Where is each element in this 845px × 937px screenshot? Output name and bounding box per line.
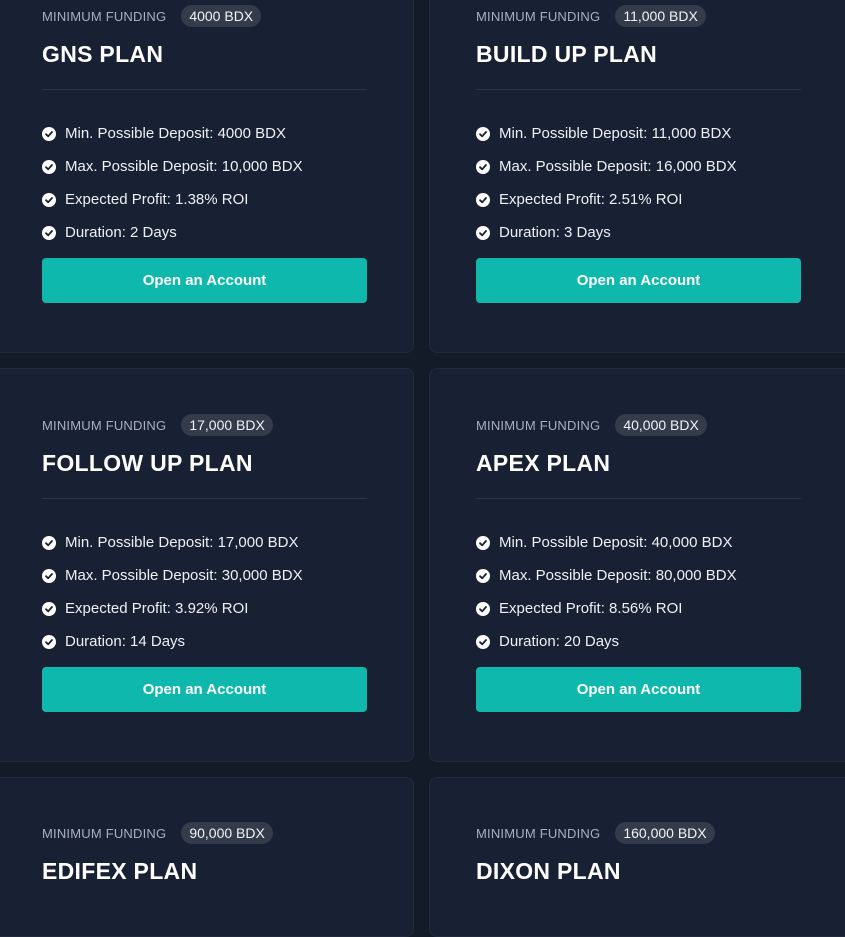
feature-item: Max. Possible Deposit: 16,000 BDX: [476, 150, 801, 183]
check-circle-icon: [476, 126, 490, 141]
divider: [476, 498, 801, 499]
feature-text: Expected Profit: 2.51% ROI: [499, 191, 683, 208]
plan-card-gns: MINIMUM FUNDING 4000 BDX GNS PLAN Min. P…: [0, 0, 414, 353]
minimum-funding-badge: 90,000 BDX: [181, 822, 273, 844]
minimum-funding-row: MINIMUM FUNDING 11,000 BDX: [476, 5, 706, 27]
feature-text: Duration: 14 Days: [65, 633, 186, 650]
feature-text: Max. Possible Deposit: 16,000 BDX: [499, 158, 737, 175]
feature-list: Min. Possible Deposit: 11,000 BDX Max. P…: [476, 117, 801, 249]
minimum-funding-badge: 160,000 BDX: [615, 822, 715, 844]
open-account-button[interactable]: Open an Account: [42, 667, 367, 712]
feature-item: Duration: 2 Days: [42, 216, 367, 249]
check-circle-icon: [42, 126, 56, 141]
open-account-button[interactable]: Open an Account: [476, 258, 801, 303]
open-account-button[interactable]: Open an Account: [476, 667, 801, 712]
feature-item: Expected Profit: 3.92% ROI: [42, 592, 367, 625]
plan-title: GNS PLAN: [42, 41, 164, 67]
feature-item: Min. Possible Deposit: 4000 BDX: [42, 117, 367, 150]
feature-text: Expected Profit: 8.56% ROI: [499, 600, 683, 617]
feature-item: Expected Profit: 8.56% ROI: [476, 592, 801, 625]
minimum-funding-label: MINIMUM FUNDING: [476, 8, 601, 24]
feature-list: Min. Possible Deposit: 17,000 BDX Max. P…: [42, 526, 367, 658]
plan-title: APEX PLAN: [476, 450, 611, 476]
check-circle-icon: [42, 535, 56, 550]
divider: [476, 89, 801, 90]
divider: [42, 498, 367, 499]
feature-item: Expected Profit: 2.51% ROI: [476, 183, 801, 216]
plan-card-dixon: MINIMUM FUNDING 160,000 BDX DIXON PLAN: [429, 777, 845, 937]
feature-text: Min. Possible Deposit: 4000 BDX: [65, 125, 286, 142]
minimum-funding-row: MINIMUM FUNDING 160,000 BDX: [476, 822, 715, 844]
feature-item: Duration: 20 Days: [476, 625, 801, 658]
minimum-funding-badge: 40,000 BDX: [615, 414, 707, 436]
feature-text: Duration: 3 Days: [499, 224, 611, 241]
minimum-funding-badge: 4000 BDX: [181, 5, 262, 27]
minimum-funding-label: MINIMUM FUNDING: [42, 825, 167, 841]
check-circle-icon: [476, 225, 490, 240]
check-circle-icon: [42, 568, 56, 583]
feature-item: Duration: 14 Days: [42, 625, 367, 658]
minimum-funding-label: MINIMUM FUNDING: [42, 8, 167, 24]
minimum-funding-row: MINIMUM FUNDING 40,000 BDX: [476, 414, 707, 436]
feature-item: Min. Possible Deposit: 11,000 BDX: [476, 117, 801, 150]
minimum-funding-row: MINIMUM FUNDING 90,000 BDX: [42, 822, 273, 844]
feature-text: Max. Possible Deposit: 30,000 BDX: [65, 567, 303, 584]
feature-list: Min. Possible Deposit: 40,000 BDX Max. P…: [476, 526, 801, 658]
feature-text: Min. Possible Deposit: 11,000 BDX: [499, 125, 732, 142]
feature-text: Duration: 2 Days: [65, 224, 177, 241]
feature-text: Expected Profit: 3.92% ROI: [65, 600, 249, 617]
plan-card-apex: MINIMUM FUNDING 40,000 BDX APEX PLAN Min…: [429, 368, 845, 762]
feature-text: Min. Possible Deposit: 17,000 BDX: [65, 534, 299, 551]
check-circle-icon: [476, 634, 490, 649]
divider: [42, 89, 367, 90]
plan-card-follow-up: MINIMUM FUNDING 17,000 BDX FOLLOW UP PLA…: [0, 368, 414, 762]
check-circle-icon: [476, 192, 490, 207]
check-circle-icon: [42, 601, 56, 616]
plan-title: DIXON PLAN: [476, 858, 621, 884]
feature-text: Min. Possible Deposit: 40,000 BDX: [499, 534, 733, 551]
minimum-funding-label: MINIMUM FUNDING: [476, 825, 601, 841]
plan-title: BUILD UP PLAN: [476, 41, 658, 67]
feature-item: Expected Profit: 1.38% ROI: [42, 183, 367, 216]
check-circle-icon: [476, 535, 490, 550]
minimum-funding-label: MINIMUM FUNDING: [42, 417, 167, 433]
plan-card-build-up: MINIMUM FUNDING 11,000 BDX BUILD UP PLAN…: [429, 0, 845, 353]
check-circle-icon: [476, 568, 490, 583]
minimum-funding-badge: 17,000 BDX: [181, 414, 273, 436]
check-circle-icon: [476, 159, 490, 174]
feature-item: Max. Possible Deposit: 30,000 BDX: [42, 559, 367, 592]
feature-item: Min. Possible Deposit: 40,000 BDX: [476, 526, 801, 559]
feature-item: Max. Possible Deposit: 80,000 BDX: [476, 559, 801, 592]
feature-item: Max. Possible Deposit: 10,000 BDX: [42, 150, 367, 183]
feature-text: Expected Profit: 1.38% ROI: [65, 191, 249, 208]
minimum-funding-row: MINIMUM FUNDING 17,000 BDX: [42, 414, 273, 436]
check-circle-icon: [476, 601, 490, 616]
check-circle-icon: [42, 159, 56, 174]
feature-text: Duration: 20 Days: [499, 633, 620, 650]
open-account-button[interactable]: Open an Account: [42, 258, 367, 303]
feature-item: Min. Possible Deposit: 17,000 BDX: [42, 526, 367, 559]
feature-text: Max. Possible Deposit: 80,000 BDX: [499, 567, 737, 584]
minimum-funding-badge: 11,000 BDX: [615, 5, 706, 27]
check-circle-icon: [42, 192, 56, 207]
feature-list: Min. Possible Deposit: 4000 BDX Max. Pos…: [42, 117, 367, 249]
plan-card-edifex: MINIMUM FUNDING 90,000 BDX EDIFEX PLAN: [0, 777, 414, 937]
feature-item: Duration: 3 Days: [476, 216, 801, 249]
minimum-funding-row: MINIMUM FUNDING 4000 BDX: [42, 5, 262, 27]
minimum-funding-label: MINIMUM FUNDING: [476, 417, 601, 433]
plan-title: EDIFEX PLAN: [42, 858, 198, 884]
plan-title: FOLLOW UP PLAN: [42, 450, 253, 476]
check-circle-icon: [42, 225, 56, 240]
feature-text: Max. Possible Deposit: 10,000 BDX: [65, 158, 303, 175]
check-circle-icon: [42, 634, 56, 649]
